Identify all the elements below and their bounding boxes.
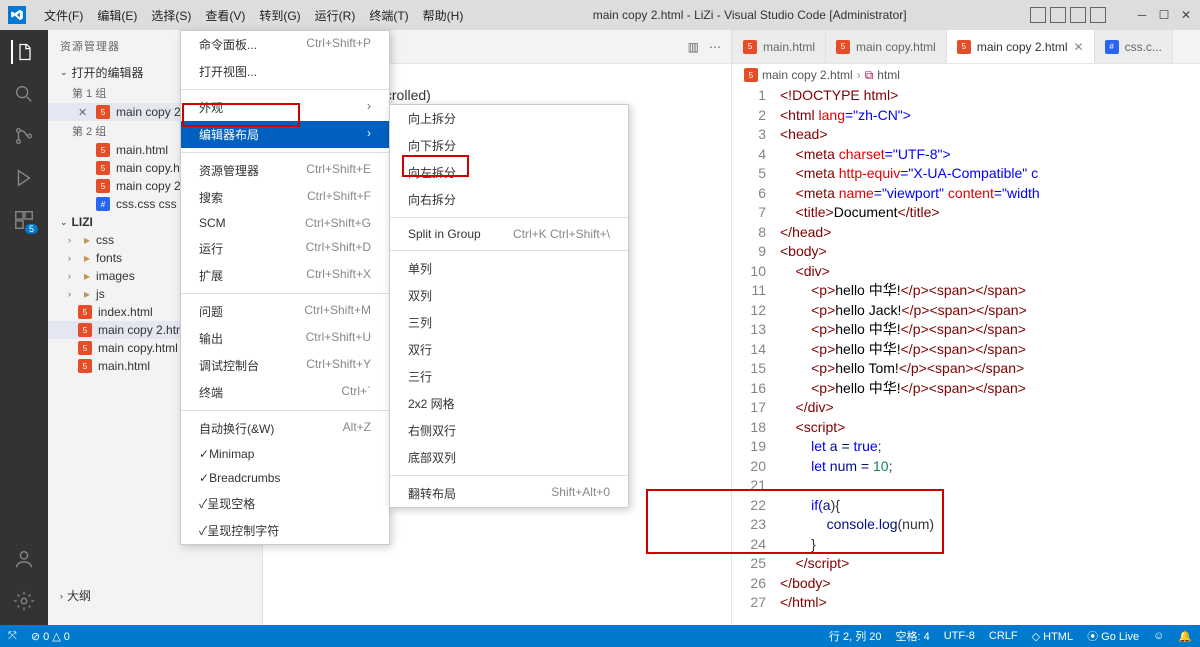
- html-icon: [78, 305, 92, 319]
- menu-go[interactable]: 转到(G): [253, 3, 306, 28]
- menu-run[interactable]: 运行(R): [309, 3, 362, 28]
- split-editor-icon[interactable]: ▥: [688, 40, 699, 54]
- status-problems[interactable]: ⊘ 0 △ 0: [31, 630, 70, 643]
- status-feedback-icon[interactable]: ☺: [1153, 630, 1164, 642]
- mi-search[interactable]: 搜索Ctrl+Shift+F: [181, 184, 389, 211]
- mi-two-row[interactable]: 双行: [390, 336, 628, 363]
- css-icon: [96, 197, 110, 211]
- status-eol[interactable]: CRLF: [989, 630, 1018, 642]
- tab-main[interactable]: main.html: [733, 30, 826, 63]
- menu-bar: 文件(F) 编辑(E) 选择(S) 查看(V) 转到(G) 运行(R) 终端(T…: [38, 3, 469, 28]
- tab-main2[interactable]: main copy 2.html✕: [947, 30, 1095, 63]
- title-bar: 文件(F) 编辑(E) 选择(S) 查看(V) 转到(G) 运行(R) 终端(T…: [0, 0, 1200, 30]
- activity-run-icon[interactable]: [12, 166, 36, 190]
- mi-appearance[interactable]: 外观›: [181, 94, 389, 121]
- mi-three-row[interactable]: 三行: [390, 363, 628, 390]
- editor-pane-right: main.html main copy.html main copy 2.htm…: [731, 30, 1200, 625]
- mi-breadcrumbs[interactable]: ✓Breadcrumbs: [181, 466, 389, 490]
- mi-split-down[interactable]: 向下拆分: [390, 132, 628, 159]
- mi-single[interactable]: 单列: [390, 255, 628, 282]
- mi-split-left[interactable]: 向左拆分: [390, 159, 628, 186]
- mi-problems[interactable]: 问题Ctrl+Shift+M: [181, 298, 389, 325]
- menu-view[interactable]: 查看(V): [199, 3, 251, 28]
- mi-render-whitespace[interactable]: ✓呈现空格: [181, 490, 389, 517]
- status-golive[interactable]: ⦿ Go Live: [1087, 628, 1139, 644]
- mi-split-right[interactable]: 向右拆分: [390, 186, 628, 213]
- tab-maincopy[interactable]: main copy.html: [826, 30, 947, 63]
- menu-selection[interactable]: 选择(S): [145, 3, 197, 28]
- activity-search-icon[interactable]: [12, 82, 36, 106]
- menu-edit[interactable]: 编辑(E): [91, 3, 143, 28]
- mi-split-up[interactable]: 向上拆分: [390, 105, 628, 132]
- status-encoding[interactable]: UTF-8: [944, 630, 975, 642]
- html-icon: [96, 161, 110, 175]
- mi-two-col[interactable]: 双列: [390, 282, 628, 309]
- mi-extensions[interactable]: 扩展Ctrl+Shift+X: [181, 262, 389, 289]
- mi-bottom-two[interactable]: 底部双列: [390, 444, 628, 471]
- minimap[interactable]: [691, 86, 731, 206]
- menu-terminal[interactable]: 终端(T): [363, 3, 414, 28]
- mi-three-col[interactable]: 三列: [390, 309, 628, 336]
- mi-debug-console[interactable]: 调试控制台Ctrl+Shift+Y: [181, 352, 389, 379]
- mi-right-two[interactable]: 右侧双行: [390, 417, 628, 444]
- activity-account-icon[interactable]: [12, 547, 36, 571]
- html-icon: [78, 341, 92, 355]
- activity-explorer-icon[interactable]: [11, 40, 35, 64]
- status-language[interactable]: ◇ HTML: [1032, 630, 1073, 643]
- activity-extensions-icon[interactable]: 5: [12, 208, 36, 232]
- window-close[interactable]: ✕: [1180, 8, 1192, 22]
- mi-run[interactable]: 运行Ctrl+Shift+D: [181, 235, 389, 262]
- html-icon: [96, 105, 110, 119]
- gutter: 1 2 3 4 5 6 7 8 9 10 11 12 13 14 15 16 1…: [732, 86, 780, 625]
- close-icon[interactable]: ✕: [1074, 40, 1084, 54]
- code-editor-right[interactable]: 1 2 3 4 5 6 7 8 9 10 11 12 13 14 15 16 1…: [732, 86, 1200, 625]
- status-cursor[interactable]: 行 2, 列 20: [829, 628, 882, 644]
- mi-grid[interactable]: 2x2 网格: [390, 390, 628, 417]
- window-title: main copy 2.html - LiZi - Visual Studio …: [469, 8, 1030, 22]
- mi-output[interactable]: 输出Ctrl+Shift+U: [181, 325, 389, 352]
- layout-toggle-icons[interactable]: [1030, 7, 1106, 23]
- activity-scm-icon[interactable]: [12, 124, 36, 148]
- close-icon[interactable]: ✕: [78, 106, 90, 119]
- mi-scm[interactable]: SCMCtrl+Shift+G: [181, 211, 389, 235]
- status-bar: ⤧ ⊘ 0 △ 0 行 2, 列 20 空格: 4 UTF-8 CRLF ◇ H…: [0, 625, 1200, 647]
- outline-section[interactable]: ›大纲: [48, 585, 262, 606]
- view-menu-dropdown: 命令面板...Ctrl+Shift+P 打开视图... 外观› 编辑器布局› 资…: [180, 30, 390, 545]
- mi-flip[interactable]: 翻转布局Shift+Alt+0: [390, 480, 628, 507]
- mi-split-in-group[interactable]: Split in GroupCtrl+K Ctrl+Shift+\: [390, 222, 628, 246]
- mi-minimap[interactable]: ✓Minimap: [181, 442, 389, 466]
- menu-file[interactable]: 文件(F): [38, 3, 89, 28]
- status-indent[interactable]: 空格: 4: [895, 628, 929, 644]
- window-maximize[interactable]: ☐: [1158, 8, 1170, 22]
- html-icon: [78, 323, 92, 337]
- menu-help[interactable]: 帮助(H): [417, 3, 470, 28]
- breadcrumb-right[interactable]: main copy 2.html›⧉html: [732, 64, 1200, 86]
- mi-editor-layout[interactable]: 编辑器布局›: [181, 121, 389, 148]
- tab-css[interactable]: css.c...: [1095, 30, 1173, 63]
- vscode-icon: [8, 6, 26, 24]
- mi-command-palette[interactable]: 命令面板...Ctrl+Shift+P: [181, 31, 389, 58]
- html-icon: [96, 143, 110, 157]
- mi-word-wrap[interactable]: 自动换行(&W)Alt+Z: [181, 415, 389, 442]
- mi-explorer[interactable]: 资源管理器Ctrl+Shift+E: [181, 157, 389, 184]
- more-icon[interactable]: ⋯: [709, 40, 721, 54]
- activity-bar: 5: [0, 30, 48, 625]
- mi-render-control[interactable]: ✓呈现控制字符: [181, 517, 389, 544]
- mi-terminal[interactable]: 终端Ctrl+`: [181, 379, 389, 406]
- status-bell-icon[interactable]: 🔔: [1178, 630, 1192, 643]
- mi-open-view[interactable]: 打开视图...: [181, 58, 389, 85]
- window-minimize[interactable]: ─: [1136, 8, 1148, 22]
- remote-indicator[interactable]: ⤧: [8, 630, 17, 643]
- activity-settings-icon[interactable]: [12, 589, 36, 613]
- html-icon: [96, 179, 110, 193]
- html-icon: [78, 359, 92, 373]
- editor-layout-submenu: 向上拆分 向下拆分 向左拆分 向右拆分 Split in GroupCtrl+K…: [389, 104, 629, 508]
